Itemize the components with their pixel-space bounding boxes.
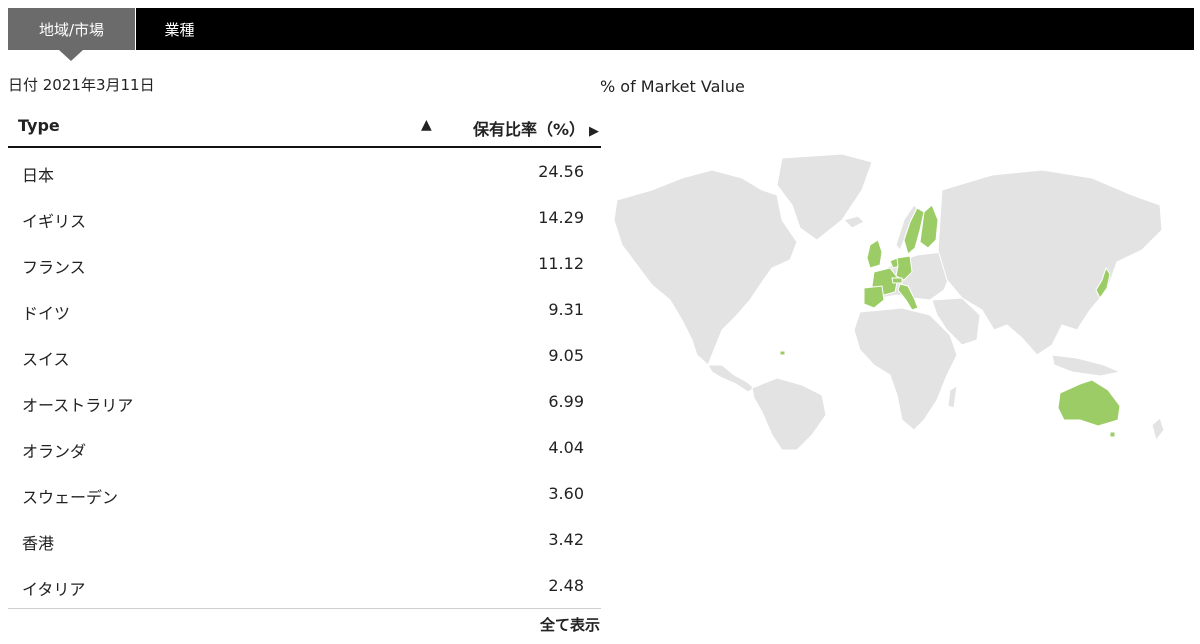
table-body: 日本 24.56 イギリス 14.29 フランス 11.12 ドイツ 9.31 スイス 9… [8, 148, 601, 608]
tab-sector[interactable]: 業種 [135, 8, 223, 50]
table-row: 日本 24.56 [8, 148, 601, 194]
table-row: 香港 3.42 [8, 516, 601, 562]
table-row: スウェーデン 3.60 [8, 470, 601, 516]
map-region-caribbean-highlight [779, 350, 786, 356]
map-region-switzerland-highlight [891, 277, 903, 284]
table-row: ドイツ 9.31 [8, 286, 601, 332]
column-header-type[interactable]: Type [18, 116, 60, 135]
row-value: 9.31 [548, 300, 584, 319]
map-region-africa [853, 307, 958, 431]
column-header-percent-label: 保有比率（%） [472, 120, 585, 139]
row-name: スイス [22, 350, 70, 369]
map-region-greenland [776, 153, 873, 241]
row-name: スウェーデン [22, 488, 119, 507]
row-value: 11.12 [538, 254, 584, 273]
map-title: % of Market Value [600, 77, 745, 96]
table-row: フランス 11.12 [8, 240, 601, 286]
table-divider [8, 608, 601, 609]
row-value: 24.56 [538, 162, 584, 181]
row-name: オーストラリア [22, 396, 134, 415]
map-region-iceland [843, 215, 865, 229]
row-value: 3.60 [548, 484, 584, 503]
map-region-southeast-asia [1051, 354, 1122, 377]
as-of-date: 日付 2021年3月11日 [8, 76, 155, 94]
row-name: イタリア [22, 580, 86, 599]
map-region-uk-highlight [866, 239, 883, 269]
map-region-new-zealand [1151, 417, 1165, 442]
play-arrow-icon[interactable]: ▶ [589, 124, 599, 139]
show-all-link[interactable]: 全て表示 [470, 614, 600, 635]
row-value: 6.99 [548, 392, 584, 411]
holdings-table: Type ▲ 保有比率（%） ▶ 日本 24.56 イギリス 14.29 フランス 11… [8, 108, 601, 609]
row-value: 9.05 [548, 346, 584, 365]
row-value: 14.29 [538, 208, 584, 227]
map-region-australia-highlight [1057, 379, 1121, 427]
row-name: オランダ [22, 442, 87, 461]
map-region-central-america [707, 364, 755, 393]
map-region-iberia-highlight [863, 285, 885, 309]
column-header-percent[interactable]: 保有比率（%） ▶ [473, 116, 599, 140]
row-value: 2.48 [548, 576, 584, 595]
row-value: 3.42 [548, 530, 584, 549]
row-name: 香港 [22, 534, 55, 553]
table-row: オーストラリア 6.99 [8, 378, 601, 424]
sort-ascending-icon[interactable]: ▲ [421, 117, 432, 133]
row-value: 4.04 [548, 438, 584, 457]
map-region-madagascar [947, 385, 958, 409]
map-region-tasmania-highlight [1109, 431, 1116, 438]
table-header: Type ▲ 保有比率（%） ▶ [8, 108, 601, 148]
tab-region[interactable]: 地域/市場 [8, 8, 135, 61]
tab-bar: 地域/市場 業種 [8, 8, 1194, 61]
map-region-north-america [613, 169, 798, 366]
map-region-south-america [751, 377, 827, 450]
table-row: イギリス 14.29 [8, 194, 601, 240]
row-name: フランス [22, 258, 86, 277]
table-row: スイス 9.05 [8, 332, 601, 378]
world-map [613, 153, 1165, 450]
row-name: ドイツ [22, 304, 71, 323]
table-row: イタリア 2.48 [8, 562, 601, 608]
row-name: イギリス [22, 212, 87, 231]
table-row: オランダ 4.04 [8, 424, 601, 470]
row-name: 日本 [22, 166, 55, 185]
